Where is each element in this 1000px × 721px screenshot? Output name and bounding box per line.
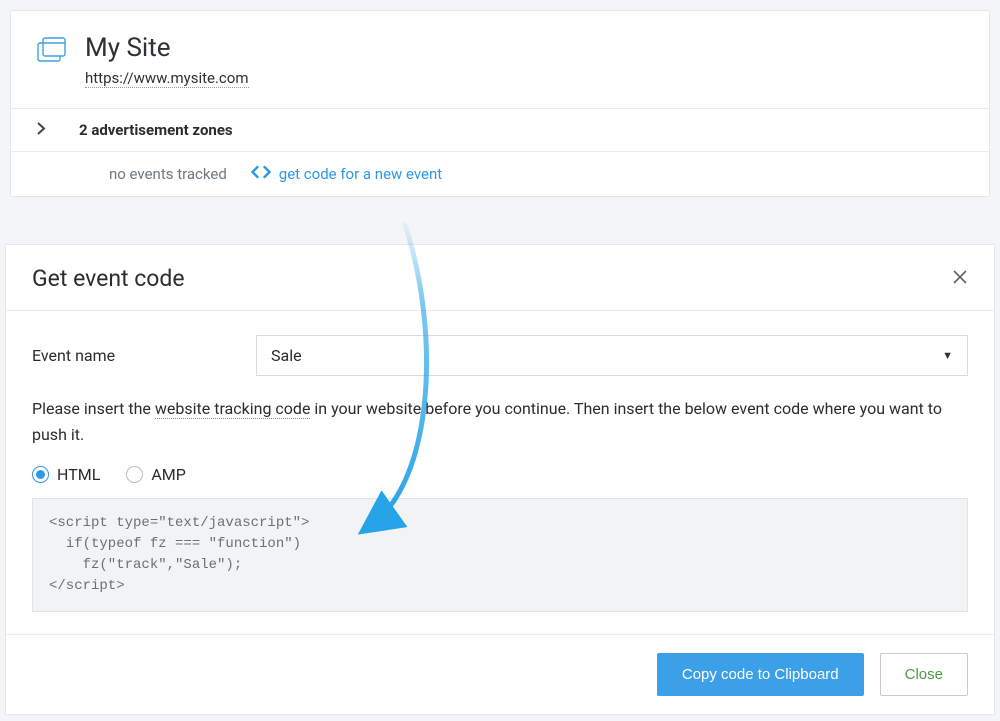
radio-amp[interactable]: AMP: [126, 465, 186, 484]
modal-title: Get event code: [32, 265, 185, 292]
site-windows-icon: [37, 37, 67, 67]
tracking-code-link[interactable]: website tracking code: [155, 399, 311, 419]
no-events-text: no events tracked: [109, 165, 227, 183]
site-url-link[interactable]: https://www.mysite.com: [85, 69, 249, 88]
event-name-select[interactable]: Sale ▼: [256, 335, 968, 376]
close-button[interactable]: Close: [880, 653, 968, 696]
event-code-snippet[interactable]: <script type="text/javascript"> if(typeo…: [32, 498, 968, 612]
radio-dot-icon: [126, 466, 143, 483]
ad-zones-label: 2 advertisement zones: [79, 121, 233, 139]
events-row: no events tracked get code for a new eve…: [11, 151, 989, 196]
event-name-value: Sale: [271, 346, 302, 365]
chevron-right-icon: [37, 122, 55, 139]
code-icon: [251, 164, 271, 184]
event-name-label: Event name: [32, 346, 232, 365]
get-code-link[interactable]: get code for a new event: [251, 164, 442, 184]
site-title: My Site: [85, 33, 249, 63]
get-code-link-text: get code for a new event: [279, 165, 442, 183]
copy-code-button[interactable]: Copy code to Clipboard: [657, 653, 864, 696]
close-icon[interactable]: [952, 269, 968, 289]
get-event-code-modal: Get event code Event name Sale ▼ Please …: [5, 244, 995, 715]
radio-html[interactable]: HTML: [32, 465, 100, 484]
caret-down-icon: ▼: [942, 349, 953, 362]
help-text: Please insert the website tracking code …: [32, 396, 968, 447]
radio-dot-icon: [32, 466, 49, 483]
site-card: My Site https://www.mysite.com 2 adverti…: [10, 10, 990, 197]
ad-zones-row[interactable]: 2 advertisement zones: [11, 108, 989, 151]
